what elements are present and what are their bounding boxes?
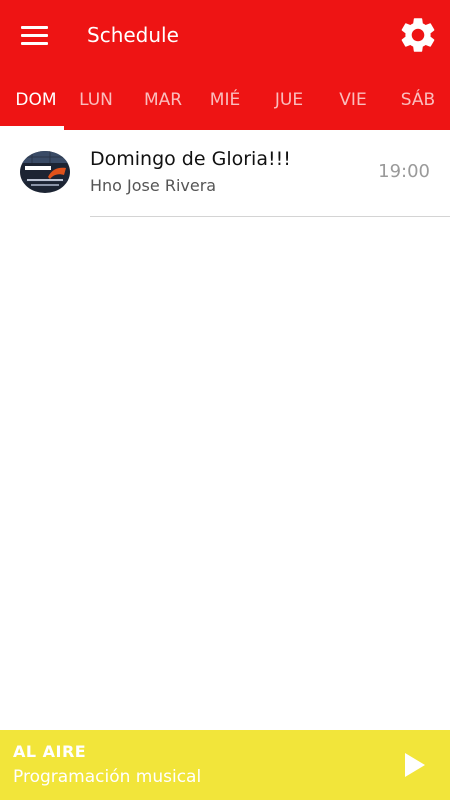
toolbar: Schedule bbox=[0, 0, 450, 70]
tab-vie[interactable]: VIE bbox=[319, 70, 387, 130]
show-logo-image bbox=[20, 151, 70, 193]
mini-player[interactable]: AL AIRE Programación musical bbox=[0, 730, 450, 800]
tab-lun[interactable]: LUN bbox=[62, 70, 130, 130]
hamburger-menu-icon[interactable] bbox=[14, 17, 56, 53]
app-bar: Schedule DOM LUN MAR MIÉ JUE VIE SÁB bbox=[0, 0, 450, 130]
tab-mar[interactable]: MAR bbox=[129, 70, 197, 130]
play-icon[interactable] bbox=[400, 750, 430, 780]
tab-mie[interactable]: MIÉ bbox=[191, 70, 259, 130]
day-tabs: DOM LUN MAR MIÉ JUE VIE SÁB bbox=[0, 70, 450, 130]
schedule-list: Domingo de Gloria!!! Hno Jose Rivera 19:… bbox=[0, 130, 450, 217]
live-status-label: AL AIRE bbox=[13, 742, 87, 761]
show-host: Hno Jose Rivera bbox=[90, 176, 217, 195]
show-time: 19:00 bbox=[378, 161, 430, 182]
tab-jue[interactable]: JUE bbox=[255, 70, 323, 130]
list-item[interactable]: Domingo de Gloria!!! Hno Jose Rivera 19:… bbox=[0, 130, 450, 217]
now-playing-program: Programación musical bbox=[13, 767, 202, 787]
gear-icon[interactable] bbox=[397, 14, 439, 56]
tab-sab[interactable]: SÁB bbox=[384, 70, 450, 130]
divider bbox=[90, 216, 450, 217]
page-title: Schedule bbox=[87, 23, 179, 47]
show-title: Domingo de Gloria!!! bbox=[90, 148, 291, 170]
